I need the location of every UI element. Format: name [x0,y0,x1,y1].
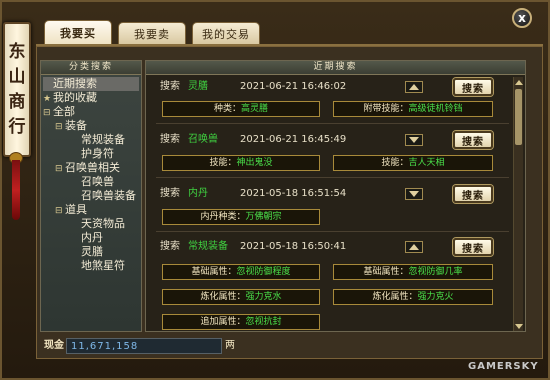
attr-box: 追加属性：忽视抗封 [162,314,320,330]
close-button[interactable]: x [512,8,532,28]
search-button[interactable]: 搜索 [453,238,493,256]
tree-item-regular-equipment[interactable]: 常规装备 [81,133,125,147]
tree-item-recent[interactable]: 近期搜索 [43,77,139,91]
entry-label: 搜索 [160,188,180,199]
tree-item-label: 地煞星符 [81,259,125,272]
entry-time: 2021-05-18 16:51:54 [240,188,347,199]
entry-divider [156,177,509,178]
entry-divider [156,231,509,232]
tree-item-summon-equipment[interactable]: 召唤兽装备 [81,189,136,203]
banner-char: 行 [8,116,26,137]
collapse-icon: ⊟ [43,108,51,118]
collapse-icon: ⊟ [55,164,63,174]
favorite-toggle-button[interactable] [405,134,423,146]
entry-label: 搜索 [160,134,180,145]
star-icon: ★ [43,94,52,104]
tree-item-summon[interactable]: 召唤兽 [81,175,114,189]
entry-label: 搜索 [160,241,180,252]
attr-box: 基础属性：忽视防御程度 [162,264,320,280]
tree-item-label: 召唤兽装备 [81,189,136,202]
tree-item-label: 道具 [65,203,87,216]
entry-time: 2021-06-21 16:46:02 [240,81,347,92]
collapse-icon: ⊟ [55,206,63,216]
scroll-down-arrow[interactable] [514,321,524,331]
attr-box: 种类：高灵膳 [162,101,320,117]
favorite-toggle-button[interactable] [405,81,423,93]
collapse-icon: ⊟ [55,122,63,132]
banner-tassel [12,160,20,220]
triangle-up-icon [409,244,419,250]
tree-item-summon-related[interactable]: ⊟ 召唤兽相关 [55,161,120,175]
scroll-up-arrow[interactable] [514,77,524,87]
entry-category: 灵膳 [188,81,208,92]
attr-box: 炼化属性：强力克水 [162,289,320,305]
chevron-up-icon [515,79,523,85]
triangle-up-icon [409,84,419,90]
category-panel: 分类搜索 近期搜索 ★ 我的收藏 ⊟ 全部 ⊟ 装备 常规装备 护身符 ⊟ 召唤兽相关 … [40,60,142,332]
tree-item-label: 天资物品 [81,217,125,230]
tree-item-talent-items[interactable]: 天资物品 [81,217,125,231]
category-header: 分类搜索 [41,61,141,75]
search-entry-header: 搜索 灵膳 2021-06-21 16:46:02 [160,79,346,95]
tree-item-label: 全部 [53,105,75,118]
tree-item-equipment[interactable]: ⊟ 装备 [55,119,87,133]
triangle-down-icon [409,137,419,143]
tab-sell[interactable]: 我要卖 [118,22,186,44]
entry-category: 召唤兽 [188,134,218,145]
tree-item-props[interactable]: ⊟ 道具 [55,203,87,217]
tab-buy[interactable]: 我要买 [44,20,112,44]
search-entry-header: 搜索 内丹 2021-05-18 16:51:54 [160,186,346,202]
chevron-down-icon [515,323,523,329]
watermark: GAMERSKY [468,361,539,372]
recent-search-panel: 近期搜索 搜索 灵膳 2021-06-21 16:46:02 搜索 种类：高灵膳 附… [145,60,526,332]
attr-box: 技能：吉人天相 [333,155,493,171]
recent-search-header: 近期搜索 [146,61,525,75]
entry-category: 常规装备 [188,241,228,252]
attr-box: 炼化属性：强力克火 [333,289,493,305]
attr-box: 基础属性：忽视防御几率 [333,264,493,280]
tree-item-favorites[interactable]: ★ 我的收藏 [43,91,97,105]
triangle-down-icon [409,191,419,197]
tree-item-star-talisman[interactable]: 地煞星符 [81,259,125,273]
attr-box: 技能：神出鬼没 [162,155,320,171]
banner-char: 东 [8,41,26,62]
tree-item-label: 召唤兽 [81,175,114,188]
entry-time: 2021-06-21 16:45:49 [240,134,347,145]
cash-unit: 两 [225,340,235,351]
search-button[interactable]: 搜索 [453,131,493,149]
shop-banner: 东 山 商 行 [3,22,31,157]
tree-item-label: 近期搜索 [53,77,97,90]
tree-item-label: 灵膳 [81,245,103,258]
scroll-thumb[interactable] [515,89,522,145]
tree-item-label: 我的收藏 [53,91,97,104]
entry-divider [156,123,509,124]
favorite-toggle-button[interactable] [405,241,423,253]
entry-time: 2021-05-18 16:50:41 [240,241,347,252]
attr-box: 内丹种类：万佛朝宗 [162,209,320,225]
search-button[interactable]: 搜索 [453,78,493,96]
tree-item-all[interactable]: ⊟ 全部 [43,105,75,119]
close-icon: x [518,11,526,25]
tree-item-inner-core[interactable]: 内丹 [81,231,103,245]
search-entry-header: 搜索 常规装备 2021-05-18 16:50:41 [160,239,346,255]
tree-item-label: 装备 [65,119,87,132]
favorite-toggle-button[interactable] [405,188,423,200]
scrollbar[interactable] [513,77,523,331]
tree-item-label: 内丹 [81,231,103,244]
banner-char: 商 [8,91,26,112]
tree-item-label: 召唤兽相关 [65,161,120,174]
tree-item-spirit-food[interactable]: 灵膳 [81,245,103,259]
tree-item-label: 常规装备 [81,133,125,146]
search-entry-header: 搜索 召唤兽 2021-06-21 16:45:49 [160,132,346,148]
tree-item-amulet[interactable]: 护身符 [81,147,114,161]
tree-item-label: 护身符 [81,147,114,160]
attr-box: 附带技能：高级徒机铃铛 [333,101,493,117]
cash-value: 11,671,158 [66,338,222,354]
entry-category: 内丹 [188,188,208,199]
search-button[interactable]: 搜索 [453,185,493,203]
entry-label: 搜索 [160,81,180,92]
tab-my-trades[interactable]: 我的交易 [192,22,260,44]
banner-char: 山 [8,66,26,87]
